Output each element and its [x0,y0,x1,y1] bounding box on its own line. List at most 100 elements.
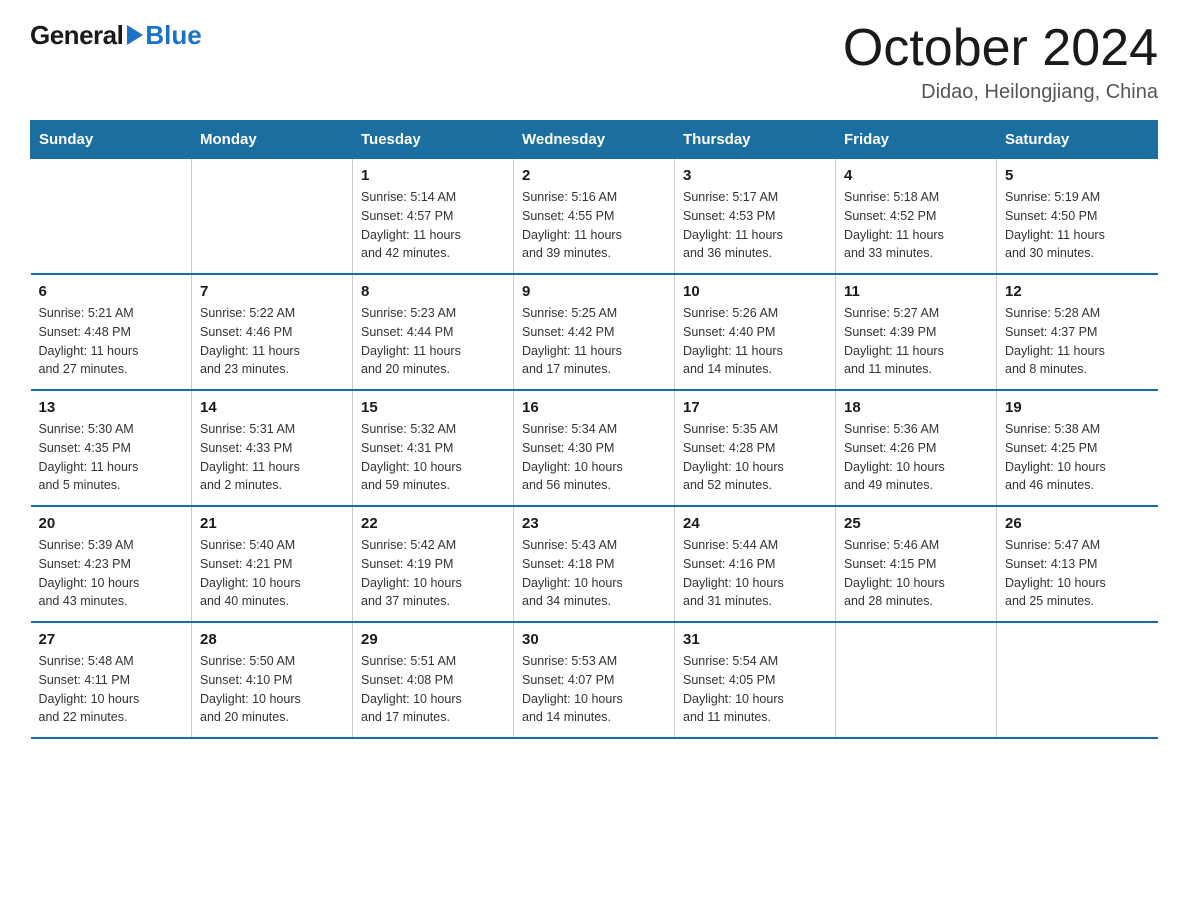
day-number: 11 [844,283,988,300]
header-cell-tuesday: Tuesday [353,121,514,159]
day-info: Sunrise: 5:35 AM Sunset: 4:28 PM Dayligh… [683,420,827,495]
day-info: Sunrise: 5:17 AM Sunset: 4:53 PM Dayligh… [683,188,827,263]
day-number: 25 [844,515,988,532]
calendar-cell: 25 Sunrise: 5:46 AM Sunset: 4:15 PM Dayli… [836,506,997,622]
calendar-cell: 28 Sunrise: 5:50 AM Sunset: 4:10 PM Dayli… [192,622,353,738]
calendar-cell: 24 Sunrise: 5:44 AM Sunset: 4:16 PM Dayli… [675,506,836,622]
day-number: 5 [1005,167,1150,184]
day-info: Sunrise: 5:42 AM Sunset: 4:19 PM Dayligh… [361,536,505,611]
week-row-1: 1 Sunrise: 5:14 AM Sunset: 4:57 PM Daylig… [31,159,1158,275]
calendar-cell: 3 Sunrise: 5:17 AM Sunset: 4:53 PM Daylig… [675,159,836,275]
day-info: Sunrise: 5:53 AM Sunset: 4:07 PM Dayligh… [522,652,666,727]
day-info: Sunrise: 5:22 AM Sunset: 4:46 PM Dayligh… [200,304,344,379]
title-section: October 2024 Didao, Heilongjiang, China [843,20,1158,104]
day-info: Sunrise: 5:27 AM Sunset: 4:39 PM Dayligh… [844,304,988,379]
calendar-header: SundayMondayTuesdayWednesdayThursdayFrid… [31,121,1158,159]
week-row-5: 27 Sunrise: 5:48 AM Sunset: 4:11 PM Dayli… [31,622,1158,738]
header-cell-monday: Monday [192,121,353,159]
calendar-cell [997,622,1158,738]
logo: General Blue [30,20,202,51]
calendar-cell: 4 Sunrise: 5:18 AM Sunset: 4:52 PM Daylig… [836,159,997,275]
day-info: Sunrise: 5:25 AM Sunset: 4:42 PM Dayligh… [522,304,666,379]
day-info: Sunrise: 5:31 AM Sunset: 4:33 PM Dayligh… [200,420,344,495]
day-info: Sunrise: 5:36 AM Sunset: 4:26 PM Dayligh… [844,420,988,495]
day-number: 8 [361,283,505,300]
logo-blue-text: Blue [145,20,201,51]
day-info: Sunrise: 5:54 AM Sunset: 4:05 PM Dayligh… [683,652,827,727]
calendar-cell: 10Sunrise: 5:26 AM Sunset: 4:40 PM Dayli… [675,274,836,390]
calendar-cell: 6 Sunrise: 5:21 AM Sunset: 4:48 PM Daylig… [31,274,192,390]
day-number: 31 [683,631,827,648]
calendar-cell: 20 Sunrise: 5:39 AM Sunset: 4:23 PM Dayli… [31,506,192,622]
page-header: General Blue October 2024 Didao, Heilong… [30,20,1158,104]
calendar-cell: 13 Sunrise: 5:30 AM Sunset: 4:35 PM Dayli… [31,390,192,506]
day-number: 21 [200,515,344,532]
calendar-cell: 5 Sunrise: 5:19 AM Sunset: 4:50 PM Daylig… [997,159,1158,275]
calendar-body: 1 Sunrise: 5:14 AM Sunset: 4:57 PM Daylig… [31,159,1158,739]
day-number: 3 [683,167,827,184]
day-info: Sunrise: 5:51 AM Sunset: 4:08 PM Dayligh… [361,652,505,727]
calendar-cell: 30 Sunrise: 5:53 AM Sunset: 4:07 PM Dayli… [514,622,675,738]
calendar-table: SundayMondayTuesdayWednesdayThursdayFrid… [30,120,1158,739]
calendar-cell: 21Sunrise: 5:40 AM Sunset: 4:21 PM Dayli… [192,506,353,622]
day-number: 6 [39,283,184,300]
header-cell-friday: Friday [836,121,997,159]
day-info: Sunrise: 5:47 AM Sunset: 4:13 PM Dayligh… [1005,536,1150,611]
day-number: 20 [39,515,184,532]
day-info: Sunrise: 5:14 AM Sunset: 4:57 PM Dayligh… [361,188,505,263]
day-number: 9 [522,283,666,300]
header-cell-thursday: Thursday [675,121,836,159]
day-number: 27 [39,631,184,648]
calendar-cell: 23 Sunrise: 5:43 AM Sunset: 4:18 PM Dayli… [514,506,675,622]
day-info: Sunrise: 5:44 AM Sunset: 4:16 PM Dayligh… [683,536,827,611]
calendar-subtitle: Didao, Heilongjiang, China [843,81,1158,104]
day-info: Sunrise: 5:21 AM Sunset: 4:48 PM Dayligh… [39,304,184,379]
calendar-cell: 11 Sunrise: 5:27 AM Sunset: 4:39 PM Dayli… [836,274,997,390]
day-info: Sunrise: 5:32 AM Sunset: 4:31 PM Dayligh… [361,420,505,495]
day-info: Sunrise: 5:39 AM Sunset: 4:23 PM Dayligh… [39,536,184,611]
day-number: 7 [200,283,344,300]
day-info: Sunrise: 5:34 AM Sunset: 4:30 PM Dayligh… [522,420,666,495]
day-number: 23 [522,515,666,532]
calendar-cell: 31 Sunrise: 5:54 AM Sunset: 4:05 PM Dayli… [675,622,836,738]
day-info: Sunrise: 5:23 AM Sunset: 4:44 PM Dayligh… [361,304,505,379]
day-info: Sunrise: 5:43 AM Sunset: 4:18 PM Dayligh… [522,536,666,611]
calendar-cell: 8 Sunrise: 5:23 AM Sunset: 4:44 PM Daylig… [353,274,514,390]
calendar-cell: 7 Sunrise: 5:22 AM Sunset: 4:46 PM Daylig… [192,274,353,390]
calendar-cell [192,159,353,275]
day-number: 22 [361,515,505,532]
week-row-4: 20 Sunrise: 5:39 AM Sunset: 4:23 PM Dayli… [31,506,1158,622]
calendar-cell [31,159,192,275]
day-info: Sunrise: 5:28 AM Sunset: 4:37 PM Dayligh… [1005,304,1150,379]
day-number: 2 [522,167,666,184]
day-number: 18 [844,399,988,416]
day-info: Sunrise: 5:30 AM Sunset: 4:35 PM Dayligh… [39,420,184,495]
day-number: 12 [1005,283,1150,300]
header-cell-wednesday: Wednesday [514,121,675,159]
calendar-cell: 29 Sunrise: 5:51 AM Sunset: 4:08 PM Dayli… [353,622,514,738]
day-number: 15 [361,399,505,416]
calendar-cell: 27 Sunrise: 5:48 AM Sunset: 4:11 PM Dayli… [31,622,192,738]
day-info: Sunrise: 5:46 AM Sunset: 4:15 PM Dayligh… [844,536,988,611]
day-info: Sunrise: 5:26 AM Sunset: 4:40 PM Dayligh… [683,304,827,379]
day-number: 17 [683,399,827,416]
day-info: Sunrise: 5:19 AM Sunset: 4:50 PM Dayligh… [1005,188,1150,263]
day-number: 1 [361,167,505,184]
day-number: 28 [200,631,344,648]
day-number: 29 [361,631,505,648]
calendar-cell: 1 Sunrise: 5:14 AM Sunset: 4:57 PM Daylig… [353,159,514,275]
day-info: Sunrise: 5:48 AM Sunset: 4:11 PM Dayligh… [39,652,184,727]
calendar-title: October 2024 [843,20,1158,77]
calendar-cell: 19Sunrise: 5:38 AM Sunset: 4:25 PM Dayli… [997,390,1158,506]
calendar-cell: 12 Sunrise: 5:28 AM Sunset: 4:37 PM Dayli… [997,274,1158,390]
day-number: 13 [39,399,184,416]
day-info: Sunrise: 5:50 AM Sunset: 4:10 PM Dayligh… [200,652,344,727]
header-cell-saturday: Saturday [997,121,1158,159]
day-number: 4 [844,167,988,184]
day-info: Sunrise: 5:38 AM Sunset: 4:25 PM Dayligh… [1005,420,1150,495]
week-row-2: 6 Sunrise: 5:21 AM Sunset: 4:48 PM Daylig… [31,274,1158,390]
day-number: 30 [522,631,666,648]
day-info: Sunrise: 5:18 AM Sunset: 4:52 PM Dayligh… [844,188,988,263]
day-number: 24 [683,515,827,532]
calendar-cell [836,622,997,738]
